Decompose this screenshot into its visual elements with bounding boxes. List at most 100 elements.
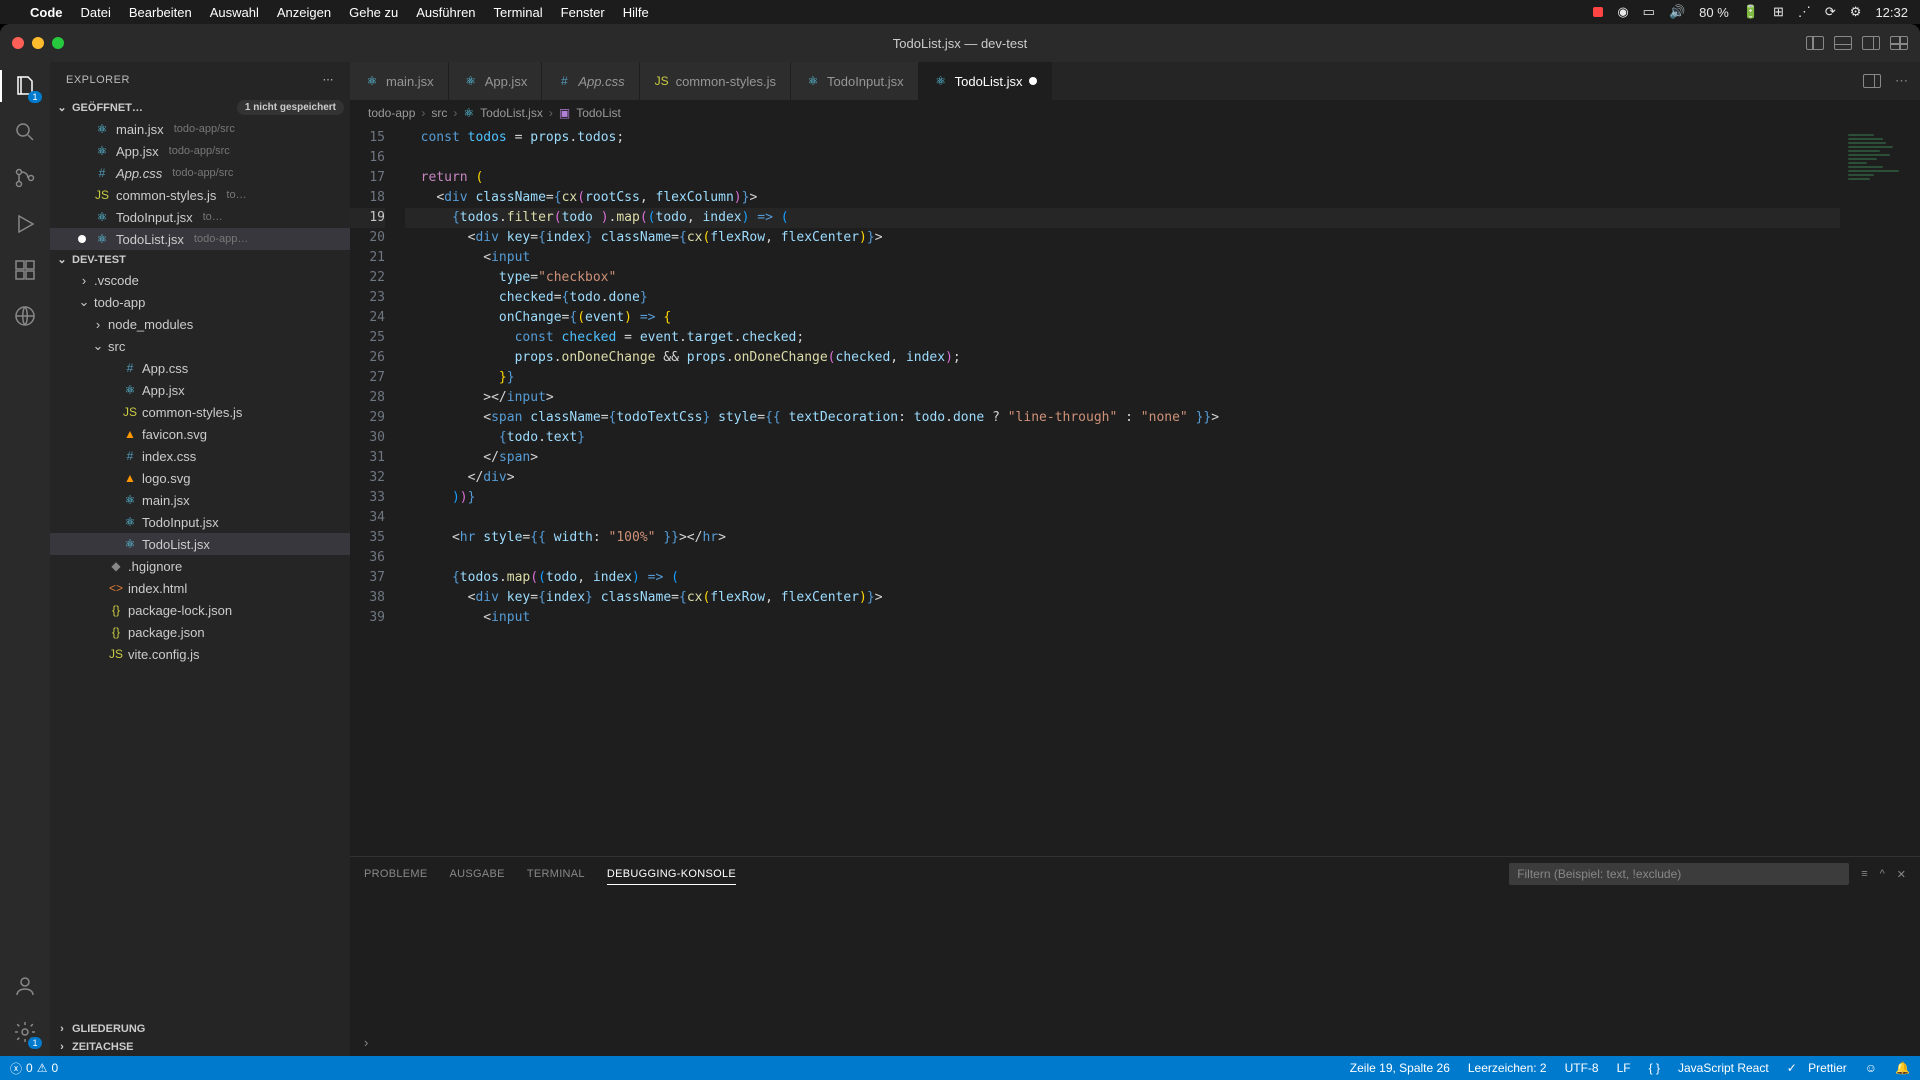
- activity-settings[interactable]: 1: [11, 1018, 39, 1046]
- breadcrumb-item[interactable]: src: [431, 106, 447, 120]
- editor-tab[interactable]: ⚛main.jsx: [350, 62, 449, 100]
- menu-edit[interactable]: Bearbeiten: [129, 5, 192, 20]
- code-content[interactable]: const todos = props.todos; return ( <div…: [405, 126, 1840, 856]
- status-bell-icon[interactable]: 🔔: [1895, 1061, 1910, 1075]
- maximize-window-button[interactable]: [52, 37, 64, 49]
- editor-tab[interactable]: ⚛TodoList.jsx: [919, 62, 1052, 100]
- editor-tab[interactable]: JScommon-styles.js: [640, 62, 791, 100]
- split-editor-icon[interactable]: [1863, 74, 1881, 88]
- open-editor-item[interactable]: ⚛App.jsxtodo-app/src: [50, 140, 350, 162]
- editor-tab[interactable]: ⚛TodoInput.jsx: [791, 62, 919, 100]
- menu-terminal[interactable]: Terminal: [494, 5, 543, 20]
- close-window-button[interactable]: [12, 37, 24, 49]
- section-workspace[interactable]: ⌄ DEV-TEST: [50, 250, 350, 269]
- open-editor-item[interactable]: ⚛main.jsxtodo-app/src: [50, 118, 350, 140]
- tree-file[interactable]: JSvite.config.js: [50, 643, 350, 665]
- activity-run-debug[interactable]: [11, 210, 39, 238]
- clock[interactable]: 12:32: [1875, 5, 1908, 20]
- tray-icon[interactable]: ⊞: [1773, 4, 1784, 20]
- maximize-panel-icon[interactable]: ^: [1880, 868, 1885, 880]
- status-prettier[interactable]: ✓ Prettier: [1787, 1061, 1847, 1075]
- tree-file[interactable]: JScommon-styles.js: [50, 401, 350, 423]
- editor-body[interactable]: 1516171819202122232425262728293031323334…: [350, 126, 1920, 856]
- activity-source-control[interactable]: [11, 164, 39, 192]
- open-editor-item[interactable]: ⚛TodoInput.jsxto…: [50, 206, 350, 228]
- tree-file[interactable]: ⚛TodoList.jsx: [50, 533, 350, 555]
- layout-sidebar-left-icon[interactable]: [1806, 36, 1824, 50]
- activity-extensions[interactable]: [11, 256, 39, 284]
- debug-filter-input[interactable]: [1509, 863, 1849, 885]
- panel-tab-debug-console[interactable]: DEBUGGING-KONSOLE: [607, 864, 736, 885]
- minimize-window-button[interactable]: [32, 37, 44, 49]
- menu-selection[interactable]: Auswahl: [210, 5, 259, 20]
- status-feedback-icon[interactable]: ☺: [1865, 1061, 1877, 1075]
- menu-window[interactable]: Fenster: [561, 5, 605, 20]
- spotlight-icon[interactable]: ◉: [1617, 4, 1628, 20]
- tree-file[interactable]: ▲logo.svg: [50, 467, 350, 489]
- panel-tab-output[interactable]: AUSGABE: [450, 864, 505, 884]
- volume-icon[interactable]: 🔊: [1669, 4, 1685, 20]
- minimap[interactable]: [1840, 126, 1920, 856]
- breadcrumbs[interactable]: todo-app › src › ⚛ TodoList.jsx › ▣ Todo…: [350, 100, 1920, 126]
- display-icon[interactable]: ▭: [1643, 4, 1655, 20]
- activity-search[interactable]: [11, 118, 39, 146]
- sync-icon[interactable]: ⟳: [1825, 4, 1836, 20]
- editor-tab[interactable]: ⚛App.jsx: [449, 62, 543, 100]
- menu-help[interactable]: Hilfe: [623, 5, 649, 20]
- menu-go[interactable]: Gehe zu: [349, 5, 398, 20]
- tree-folder[interactable]: ›node_modules: [50, 313, 350, 335]
- breadcrumb-item[interactable]: TodoList.jsx: [480, 106, 543, 120]
- breadcrumb-item[interactable]: todo-app: [368, 106, 415, 120]
- tree-file[interactable]: ▲favicon.svg: [50, 423, 350, 445]
- tree-folder[interactable]: ⌄todo-app: [50, 291, 350, 313]
- control-center-icon[interactable]: ⚙: [1850, 4, 1862, 20]
- open-editor-item[interactable]: JScommon-styles.jsto…: [50, 184, 350, 206]
- status-spaces[interactable]: Leerzeichen: 2: [1468, 1061, 1547, 1075]
- status-errors[interactable]: ⓧ0 ⚠0: [10, 1060, 58, 1077]
- activity-remote[interactable]: [11, 302, 39, 330]
- editor-tab[interactable]: #App.css: [542, 62, 639, 100]
- tree-folder[interactable]: ⌄src: [50, 335, 350, 357]
- sidebar-more-icon[interactable]: ⋯: [323, 73, 335, 86]
- breadcrumb-item[interactable]: TodoList: [576, 106, 621, 120]
- layout-panel-bottom-icon[interactable]: [1834, 36, 1852, 50]
- layout-customize-icon[interactable]: [1890, 36, 1908, 50]
- section-timeline[interactable]: › ZEITACHSE: [50, 1038, 350, 1056]
- panel-tab-terminal[interactable]: TERMINAL: [527, 864, 585, 884]
- panel-tab-problems[interactable]: PROBLEME: [364, 864, 428, 884]
- menu-view[interactable]: Anzeigen: [277, 5, 331, 20]
- tree-file[interactable]: #index.css: [50, 445, 350, 467]
- layout-sidebar-right-icon[interactable]: [1862, 36, 1880, 50]
- tree-file[interactable]: {}package.json: [50, 621, 350, 643]
- open-editor-item[interactable]: #App.csstodo-app/src: [50, 162, 350, 184]
- tree-folder[interactable]: ›.vscode: [50, 269, 350, 291]
- activity-account[interactable]: [11, 972, 39, 1000]
- tree-file[interactable]: {}package-lock.json: [50, 599, 350, 621]
- section-outline[interactable]: › GLIEDERUNG: [50, 1020, 350, 1038]
- tree-file[interactable]: <>index.html: [50, 577, 350, 599]
- status-lang-icon[interactable]: { }: [1649, 1061, 1660, 1075]
- tree-file[interactable]: #App.css: [50, 357, 350, 379]
- status-encoding[interactable]: UTF-8: [1565, 1061, 1599, 1075]
- activity-explorer[interactable]: 1: [11, 72, 39, 100]
- tab-more-icon[interactable]: ⋯: [1895, 73, 1908, 89]
- filter-icon[interactable]: ≡: [1861, 868, 1867, 880]
- recording-icon[interactable]: [1593, 7, 1603, 17]
- open-editor-item[interactable]: ⚛TodoList.jsxtodo-app…: [50, 228, 350, 250]
- tree-file[interactable]: ⚛main.jsx: [50, 489, 350, 511]
- close-panel-icon[interactable]: ✕: [1897, 868, 1906, 881]
- tree-file[interactable]: ◆.hgignore: [50, 555, 350, 577]
- status-eol[interactable]: LF: [1617, 1061, 1631, 1075]
- section-open-editors[interactable]: ⌄ GEÖFFNET… 1 nicht gespeichert: [50, 97, 350, 118]
- menu-file[interactable]: Datei: [81, 5, 111, 20]
- wifi-icon[interactable]: ⋰: [1798, 4, 1811, 20]
- app-name[interactable]: Code: [30, 5, 63, 20]
- battery-icon[interactable]: 🔋: [1743, 4, 1759, 20]
- status-language[interactable]: JavaScript React: [1678, 1061, 1769, 1075]
- battery-text[interactable]: 80 %: [1699, 5, 1729, 20]
- tree-file[interactable]: ⚛App.jsx: [50, 379, 350, 401]
- debug-prompt-icon[interactable]: ›: [364, 1035, 368, 1050]
- status-cursor[interactable]: Zeile 19, Spalte 26: [1350, 1061, 1450, 1075]
- tree-file[interactable]: ⚛TodoInput.jsx: [50, 511, 350, 533]
- menu-run[interactable]: Ausführen: [416, 5, 475, 20]
